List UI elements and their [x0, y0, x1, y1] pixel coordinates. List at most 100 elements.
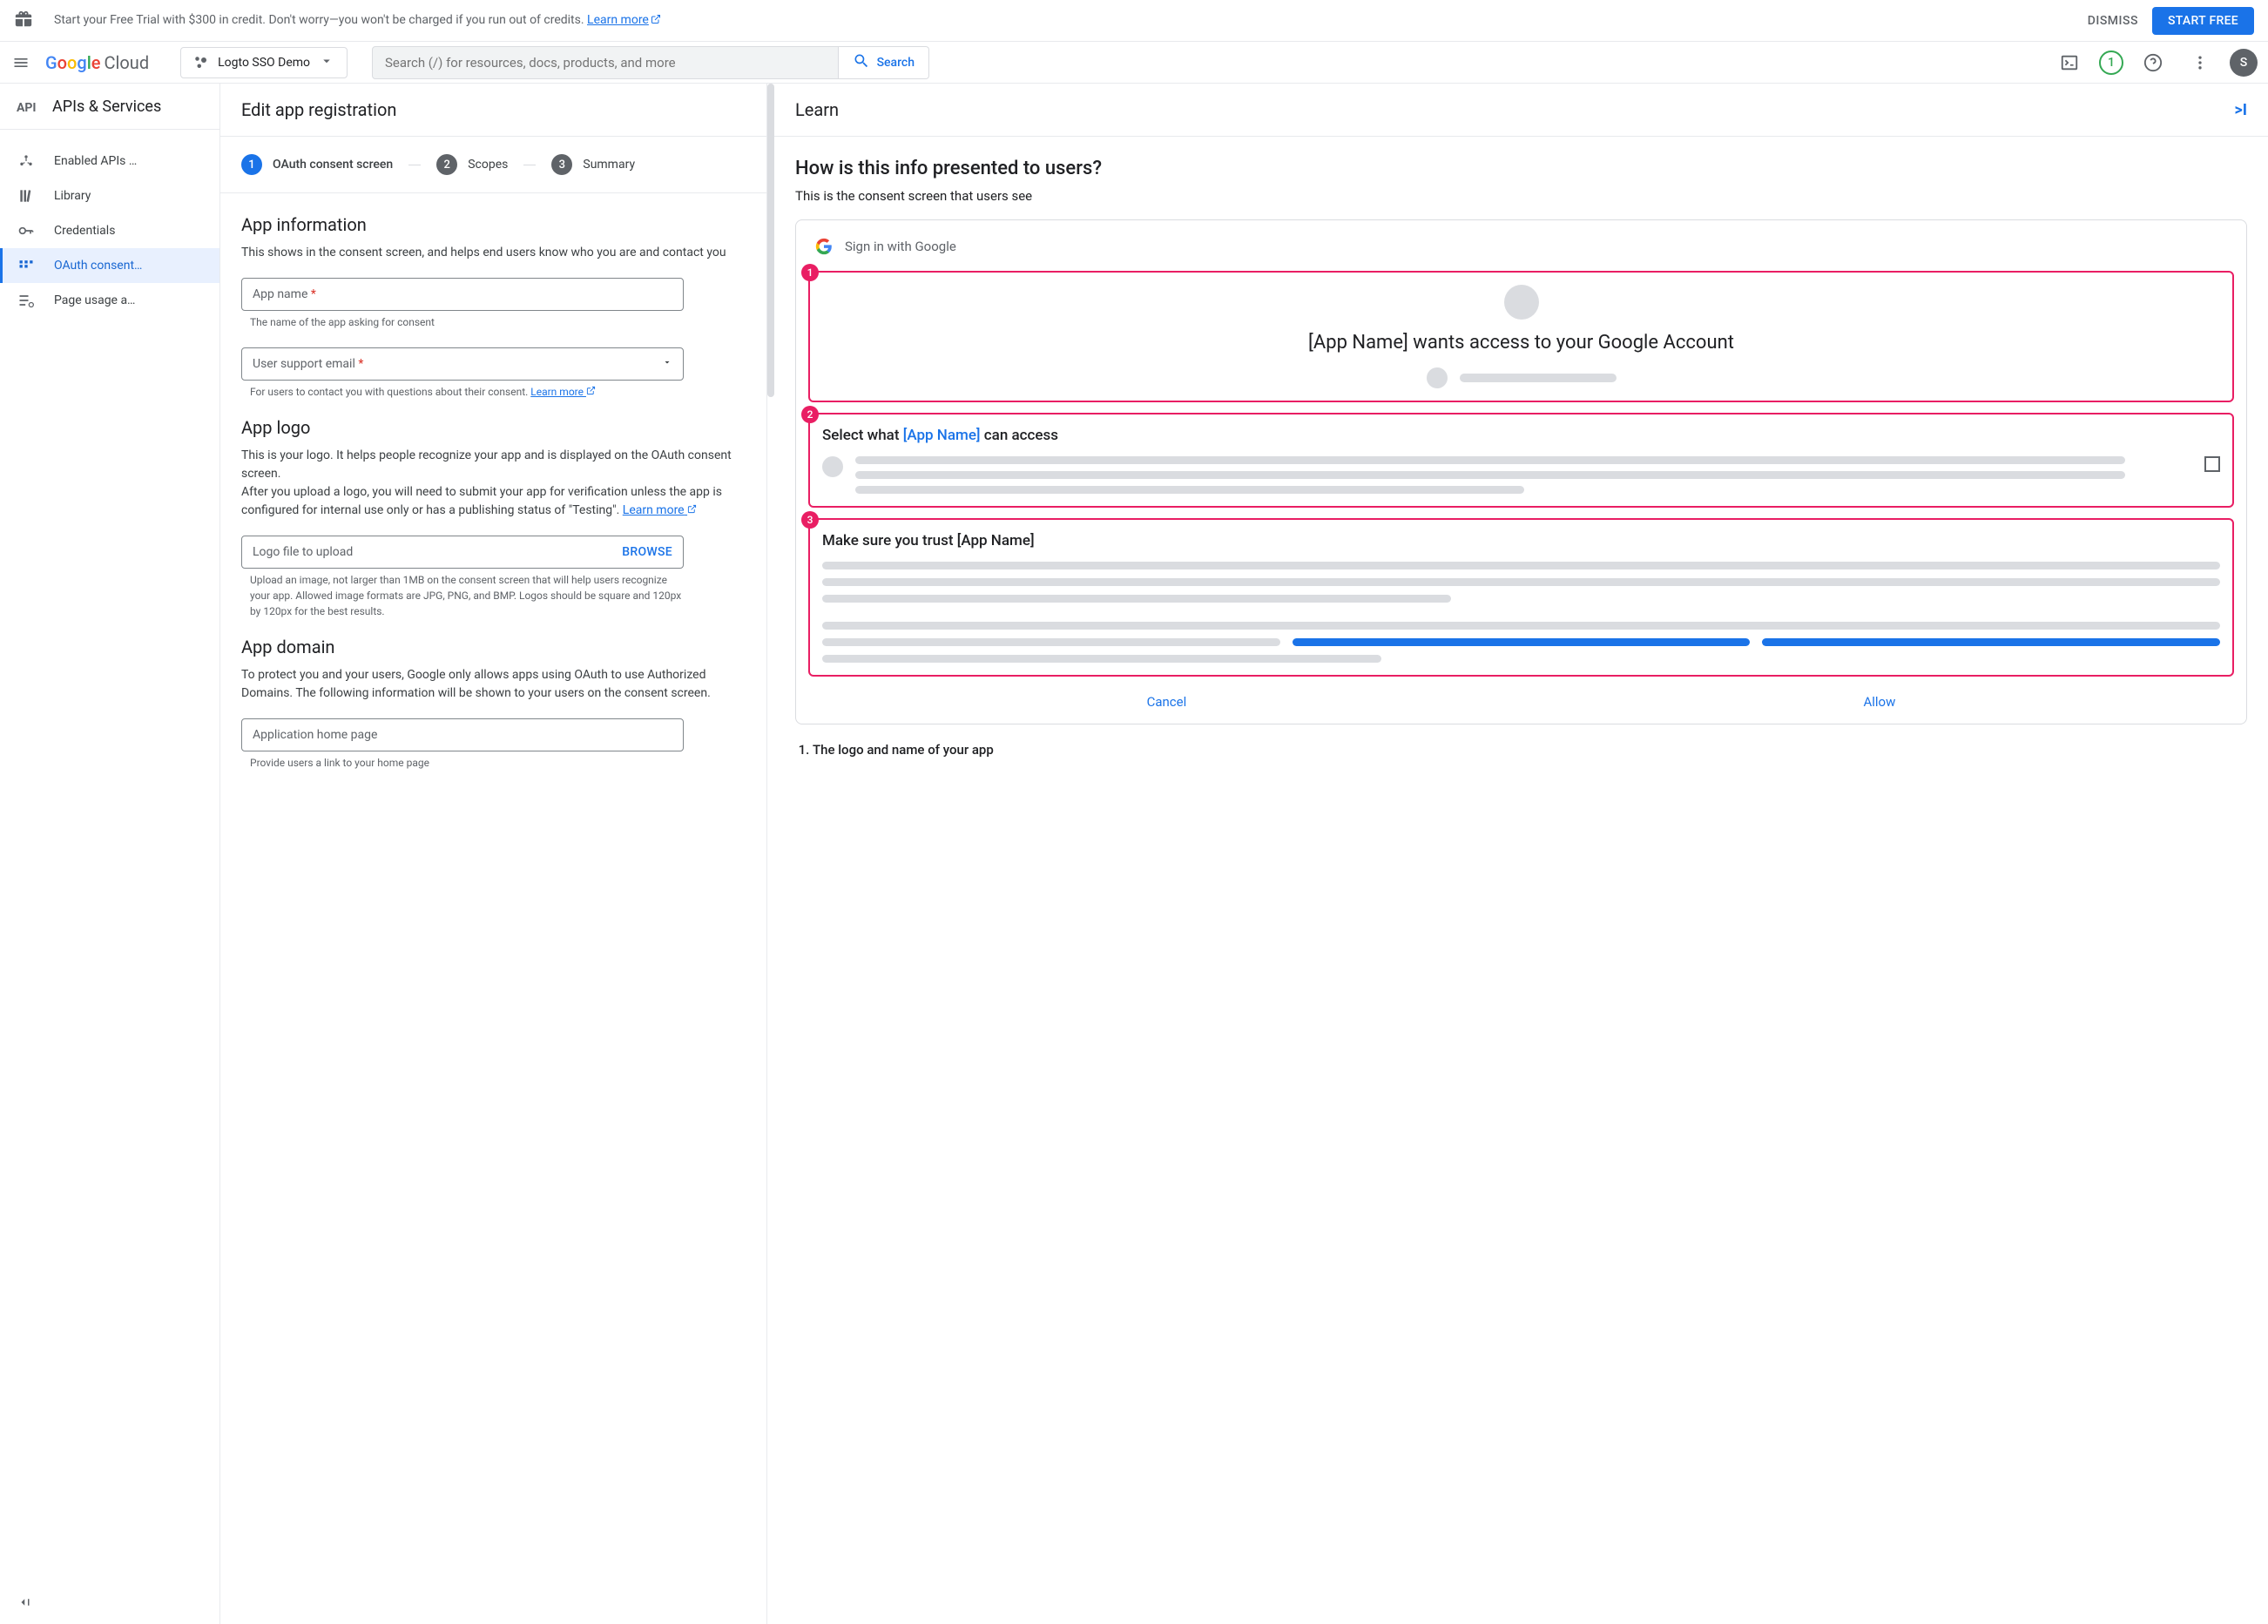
learn-body: How is this info presented to users? Thi…: [774, 137, 2268, 778]
sidebar-item-enabled-apis[interactable]: Enabled APIs …: [0, 144, 219, 179]
search-input[interactable]: [385, 55, 826, 71]
sidebar-item-label: Library: [54, 189, 91, 203]
nav-right: 1 S: [2052, 45, 2258, 80]
search-wrap: Search: [372, 46, 929, 79]
field-hint: The name of the app asking for consent: [250, 314, 684, 330]
step-number: 2: [436, 154, 457, 175]
project-selector[interactable]: Logto SSO Demo: [180, 47, 348, 78]
sidebar-title: APIs & Services: [52, 98, 161, 116]
mock-cancel-button: Cancel: [1147, 694, 1187, 710]
consent-mock: Sign in with Google 1 [App Name] wants a…: [795, 219, 2247, 724]
learn-list-item: The logo and name of your app: [813, 742, 2247, 758]
step-number: 3: [551, 154, 572, 175]
promo-banner: Start your Free Trial with $300 in credi…: [0, 0, 2268, 42]
hamburger-menu-icon[interactable]: [10, 52, 31, 73]
learn-heading: How is this info presented to users?: [795, 158, 2247, 179]
cloud-shell-icon[interactable]: [2052, 45, 2087, 80]
field-hint: Upload an image, not larger than 1MB on …: [250, 572, 684, 619]
learn-sub: This is the consent screen that users se…: [795, 188, 2247, 204]
sidebar-item-label: OAuth consent…: [54, 259, 142, 273]
search-icon: [853, 52, 870, 73]
start-free-button[interactable]: START FREE: [2152, 7, 2254, 35]
sidebar-item-label: Credentials: [54, 224, 115, 238]
section-desc: To protect you and your users, Google on…: [241, 666, 746, 703]
learn-panel: Learn >I How is this info presented to u…: [774, 84, 2268, 1624]
gift-icon: [14, 10, 33, 32]
mock-box-number: 2: [801, 406, 819, 423]
support-email-field[interactable]: User support email *: [241, 347, 684, 381]
search-button[interactable]: Search: [839, 46, 929, 79]
mock-heading: Select what [App Name] can access: [822, 427, 2220, 444]
search-box[interactable]: [372, 46, 839, 79]
promo-text: Start your Free Trial with $300 in credi…: [54, 13, 661, 27]
layout: API APIs & Services Enabled APIs … Libra…: [0, 84, 2268, 1624]
sidebar-item-label: Enabled APIs …: [54, 154, 137, 168]
learn-more-link[interactable]: Learn more: [530, 386, 596, 398]
learn-list: The logo and name of your app: [795, 742, 2247, 758]
sidebar-nav: Enabled APIs … Library Credentials OAuth…: [0, 130, 219, 1624]
step-summary[interactable]: 3 Summary: [551, 154, 635, 175]
sidebar: API APIs & Services Enabled APIs … Libra…: [0, 84, 220, 1624]
mock-heading: Make sure you trust [App Name]: [822, 532, 2220, 549]
mock-box-1: 1 [App Name] wants access to your Google…: [808, 271, 2234, 402]
mock-box-2: 2 Select what [App Name] can access: [808, 413, 2234, 508]
sidebar-item-credentials[interactable]: Credentials: [0, 213, 219, 248]
sidebar-item-label: Page usage a…: [54, 293, 135, 307]
step-oauth-consent[interactable]: 1 OAuth consent screen: [241, 154, 393, 175]
notification-badge[interactable]: 1: [2099, 51, 2123, 75]
mock-allow-button: Allow: [1863, 694, 1895, 710]
external-link-icon: [651, 14, 661, 28]
scrollbar-thumb[interactable]: [767, 84, 774, 397]
mock-signin-text: Sign in with Google: [845, 239, 956, 254]
mock-box-number: 3: [801, 511, 819, 529]
page-title: Edit app registration: [220, 84, 766, 137]
google-icon: [815, 238, 833, 255]
mock-actions: Cancel Allow: [808, 694, 2234, 710]
mock-permission-row: [822, 456, 2220, 494]
learn-title: Learn: [795, 99, 839, 120]
sidebar-collapse-icon[interactable]: [17, 1594, 33, 1614]
mock-heading: [App Name] wants access to your Google A…: [822, 330, 2220, 357]
mock-signin-row: Sign in with Google: [808, 238, 2234, 255]
main: Edit app registration 1 OAuth consent sc…: [220, 84, 2268, 1624]
google-cloud-logo[interactable]: Google Cloud: [45, 52, 149, 73]
app-name-field[interactable]: App name *: [241, 278, 684, 311]
mock-sub-row: [822, 367, 2220, 388]
logo-upload-field[interactable]: Logo file to upload BROWSE: [241, 536, 684, 569]
dismiss-button[interactable]: DISMISS: [2088, 14, 2138, 28]
promo-left: Start your Free Trial with $300 in credi…: [14, 10, 661, 32]
field-hint: Provide users a link to your home page: [250, 755, 684, 771]
section-desc: This shows in the consent screen, and he…: [241, 244, 746, 262]
chevron-down-icon: [319, 53, 334, 72]
step-scopes[interactable]: 2 Scopes: [436, 154, 508, 175]
sidebar-item-oauth-consent[interactable]: OAuth consent…: [0, 248, 219, 283]
section-title: App information: [241, 214, 746, 235]
mock-checkbox: [2204, 456, 2220, 472]
content-area: Edit app registration 1 OAuth consent sc…: [220, 84, 767, 1624]
stepper: 1 OAuth consent screen 2 Scopes 3 Summar…: [220, 137, 766, 193]
section-title: App logo: [241, 417, 746, 438]
promo-learn-more-link[interactable]: Learn more: [587, 13, 661, 27]
browse-button[interactable]: BROWSE: [622, 545, 672, 559]
scrollbar[interactable]: [767, 84, 774, 1624]
learn-more-link[interactable]: Learn more: [623, 503, 697, 517]
learn-header: Learn >I: [774, 84, 2268, 137]
mock-box-number: 1: [801, 264, 819, 281]
help-icon[interactable]: [2136, 45, 2170, 80]
project-name: Logto SSO Demo: [218, 56, 310, 70]
sidebar-item-library[interactable]: Library: [0, 179, 219, 213]
mock-avatar-placeholder: [1504, 285, 1539, 320]
more-vert-icon[interactable]: [2183, 45, 2217, 80]
section-title: App domain: [241, 637, 746, 657]
avatar[interactable]: S: [2230, 49, 2258, 77]
step-number: 1: [241, 154, 262, 175]
sidebar-item-page-usage[interactable]: Page usage a…: [0, 283, 219, 318]
home-page-field[interactable]: Application home page: [241, 718, 684, 751]
svg-text:API: API: [17, 101, 37, 115]
mock-box-3: 3 Make sure you trust [App Name]: [808, 518, 2234, 677]
promo-right: DISMISS START FREE: [2088, 7, 2254, 35]
sidebar-header[interactable]: API APIs & Services: [0, 84, 219, 130]
field-hint: For users to contact you with questions …: [250, 384, 684, 400]
collapse-panel-icon[interactable]: >I: [2234, 101, 2247, 119]
top-nav: Google Cloud Logto SSO Demo Search 1 S: [0, 42, 2268, 84]
